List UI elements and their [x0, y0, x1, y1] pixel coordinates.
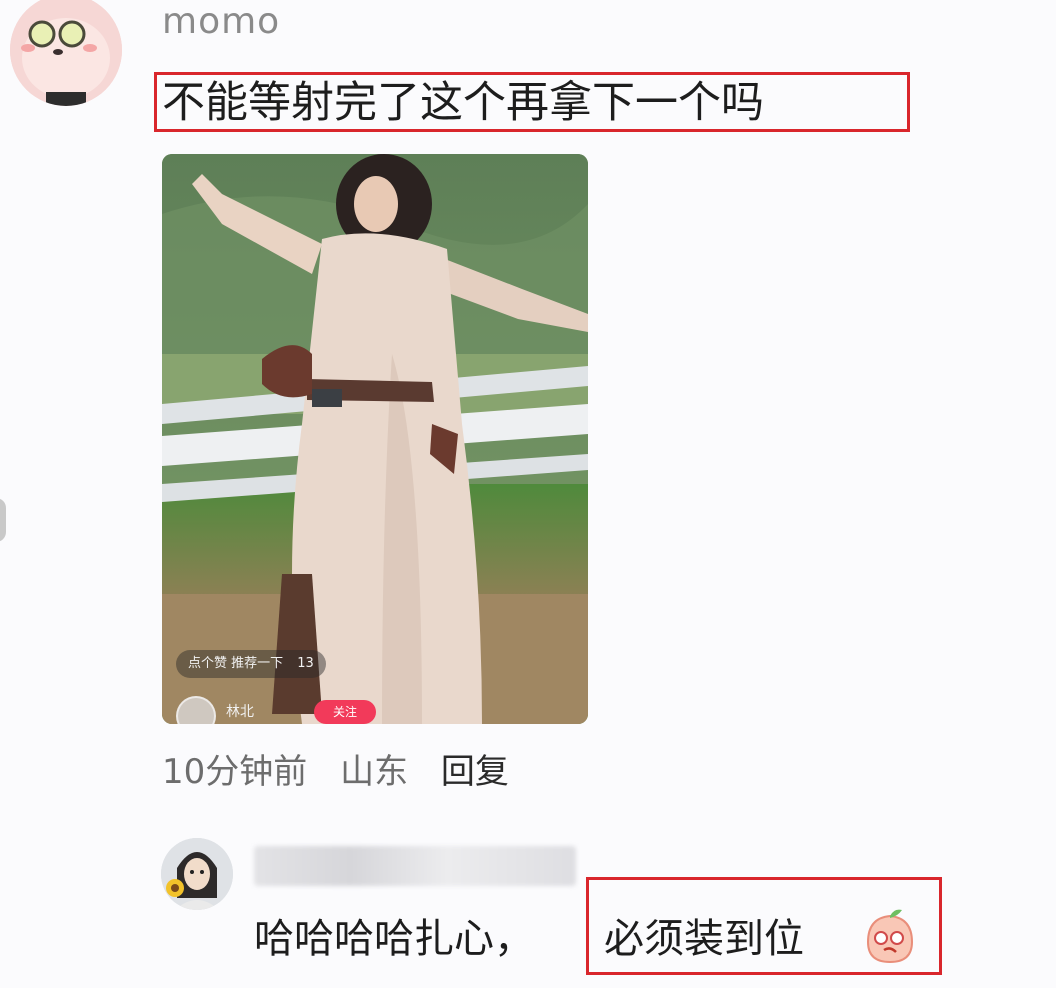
- photo-illustration: [162, 154, 588, 724]
- reply-button[interactable]: 回复: [441, 752, 509, 792]
- like-recommend-chip[interactable]: 点个赞 推荐一下 13: [176, 650, 326, 678]
- comment-username[interactable]: momo: [162, 0, 280, 44]
- reply-avatar[interactable]: [161, 838, 233, 910]
- reply-avatar-icon: [161, 838, 233, 910]
- chip-count: 13: [297, 656, 314, 671]
- reply-highlight-text: 必须装到位: [604, 916, 804, 962]
- cartoon-avatar-icon: [10, 0, 122, 106]
- blurred-username: [254, 846, 576, 886]
- comment-meta: 10分钟前 山东 回复: [162, 748, 531, 796]
- comment-photo[interactable]: 点个赞 推荐一下 13 林北 关注: [162, 154, 588, 724]
- chip-text: 点个赞 推荐一下: [188, 656, 284, 671]
- comment-location: 山东: [340, 752, 409, 792]
- follow-button[interactable]: 关注: [314, 700, 376, 724]
- photo-author-name[interactable]: 林北: [226, 702, 254, 722]
- peach-emoji-icon: [864, 906, 916, 964]
- avatar[interactable]: [10, 0, 122, 106]
- reply-text: 哈哈哈哈扎心，: [254, 916, 534, 962]
- edge-scroll-handle: [0, 498, 6, 542]
- comment-text: 不能等射完了这个再拿下一个吗: [162, 78, 764, 128]
- comment-time: 10分钟前: [162, 752, 308, 792]
